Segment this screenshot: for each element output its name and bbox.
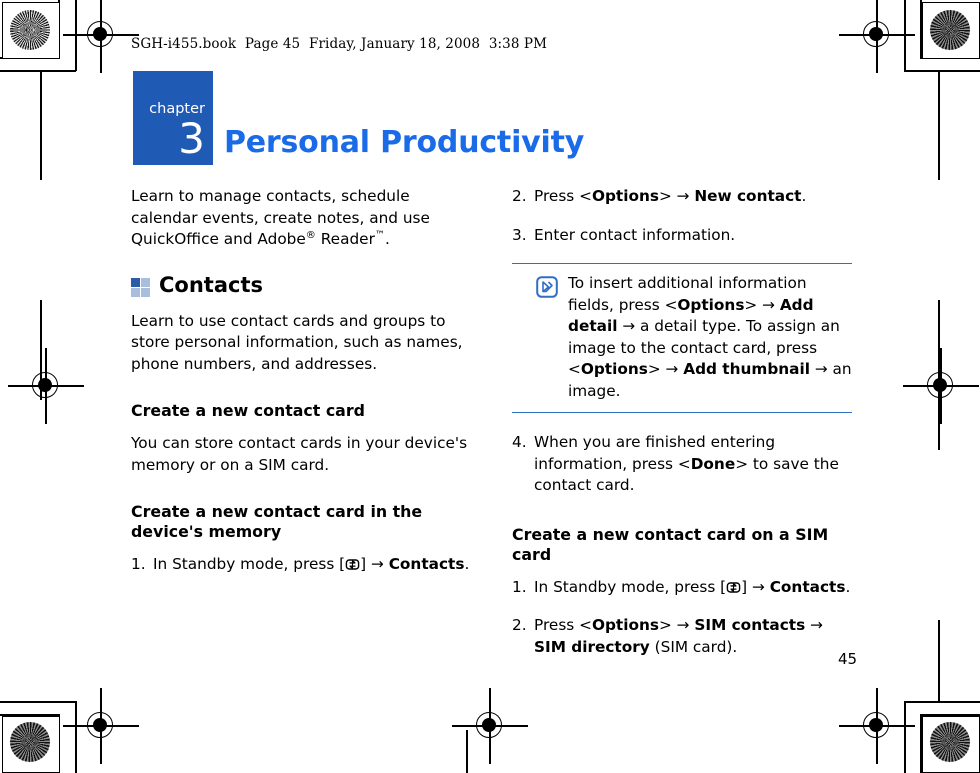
chapter-intro-paragraph: Learn to manage contacts, schedule calen…: [131, 187, 430, 248]
step-number: 2.: [512, 616, 527, 634]
chapter-number: 3: [178, 114, 205, 163]
list-item: 1. In Standby mode, press [] → Contacts.: [512, 577, 852, 599]
left-column: Learn to manage contacts, schedule calen…: [131, 186, 471, 576]
file-path-header: SGH-i455.book Page 45 Friday, January 18…: [131, 36, 548, 52]
subheading-device-memory: Create a new contact card in the device'…: [131, 502, 423, 541]
arrow-glyph: →: [751, 577, 765, 596]
step-number: 3.: [512, 225, 527, 244]
menu-path-bold: Options: [591, 187, 659, 205]
menu-path-bold: SIM directory: [534, 637, 650, 656]
manual-page: SGH-i455.book Page 45 Friday, January 18…: [0, 0, 980, 773]
arrow-glyph: →: [370, 555, 384, 573]
list-item: 1. In Standby mode, press [] → Contacts.: [131, 554, 471, 576]
menu-path-bold: Contacts: [769, 577, 846, 596]
steps-device-memory-final: 4. When you are finished entering informa…: [512, 432, 852, 497]
arrow-glyph: →: [676, 616, 690, 634]
note-callout: To insert additional information fields,…: [512, 263, 852, 413]
menu-path-bold: Contacts: [388, 555, 465, 573]
section-heading-contacts: Contacts: [131, 273, 471, 297]
step-number: 4.: [512, 433, 527, 451]
page-number: 45: [838, 650, 858, 668]
steps-device-memory-continued: 2. Press <Options> → New contact. 3. Enter…: [512, 186, 852, 246]
subheading-sim-card: Create a new contact card on a SIM card: [512, 524, 829, 564]
list-item: 2. Press <Options> → New contact.: [512, 186, 852, 208]
menu-path-bold: Done: [690, 454, 736, 473]
note-text: To insert additional information fields,…: [568, 274, 852, 400]
page-title: Personal Productivity: [224, 125, 585, 160]
subheading-create-new-contact-card: Create a new contact card: [131, 401, 365, 420]
list-item: 2. Press <Options> → SIM contacts → SIM d…: [512, 616, 823, 656]
arrow-glyph: →: [762, 295, 775, 314]
trademark-mark: ™: [374, 229, 385, 241]
menu-path-bold: New contact: [694, 187, 802, 205]
menu-path-bold: Options: [677, 295, 745, 314]
menu-path-bold: Add thumbnail: [683, 360, 810, 378]
arrow-glyph: →: [622, 317, 636, 335]
menu-key-icon: [345, 557, 360, 572]
menu-path-bold: Options: [580, 360, 648, 378]
menu-path-bold: SIM contacts: [694, 616, 806, 634]
arrow-glyph: →: [814, 360, 828, 378]
right-column: 2. Press <Options> → New contact. 3. Enter…: [512, 186, 852, 658]
step-number: 1.: [512, 577, 527, 596]
grid-2x2-icon: [131, 277, 150, 297]
list-item: 3. Enter contact information.: [512, 225, 852, 247]
note-pencil-icon: [536, 276, 558, 298]
menu-key-icon: [726, 580, 741, 595]
create-card-paragraph: You can store contact cards in your devi…: [131, 434, 468, 474]
step-number: 2.: [512, 187, 527, 205]
registered-mark: ®: [305, 229, 316, 241]
list-item: 4. When you are finished entering informa…: [512, 433, 839, 494]
contacts-intro-paragraph: Learn to use contact cards and groups to…: [131, 311, 463, 373]
section-heading-label: Contacts: [159, 272, 263, 297]
menu-path-bold: Options: [591, 616, 659, 634]
steps-device-memory: 1. In Standby mode, press [] → Contacts.: [131, 554, 471, 576]
arrow-glyph: →: [810, 616, 823, 634]
arrow-glyph: →: [676, 187, 690, 205]
chapter-badge: chapter 3: [133, 71, 213, 165]
steps-sim-card: 1. In Standby mode, press [] → Contacts. …: [512, 577, 852, 659]
step-number: 1.: [131, 555, 146, 573]
arrow-glyph: →: [665, 360, 679, 378]
